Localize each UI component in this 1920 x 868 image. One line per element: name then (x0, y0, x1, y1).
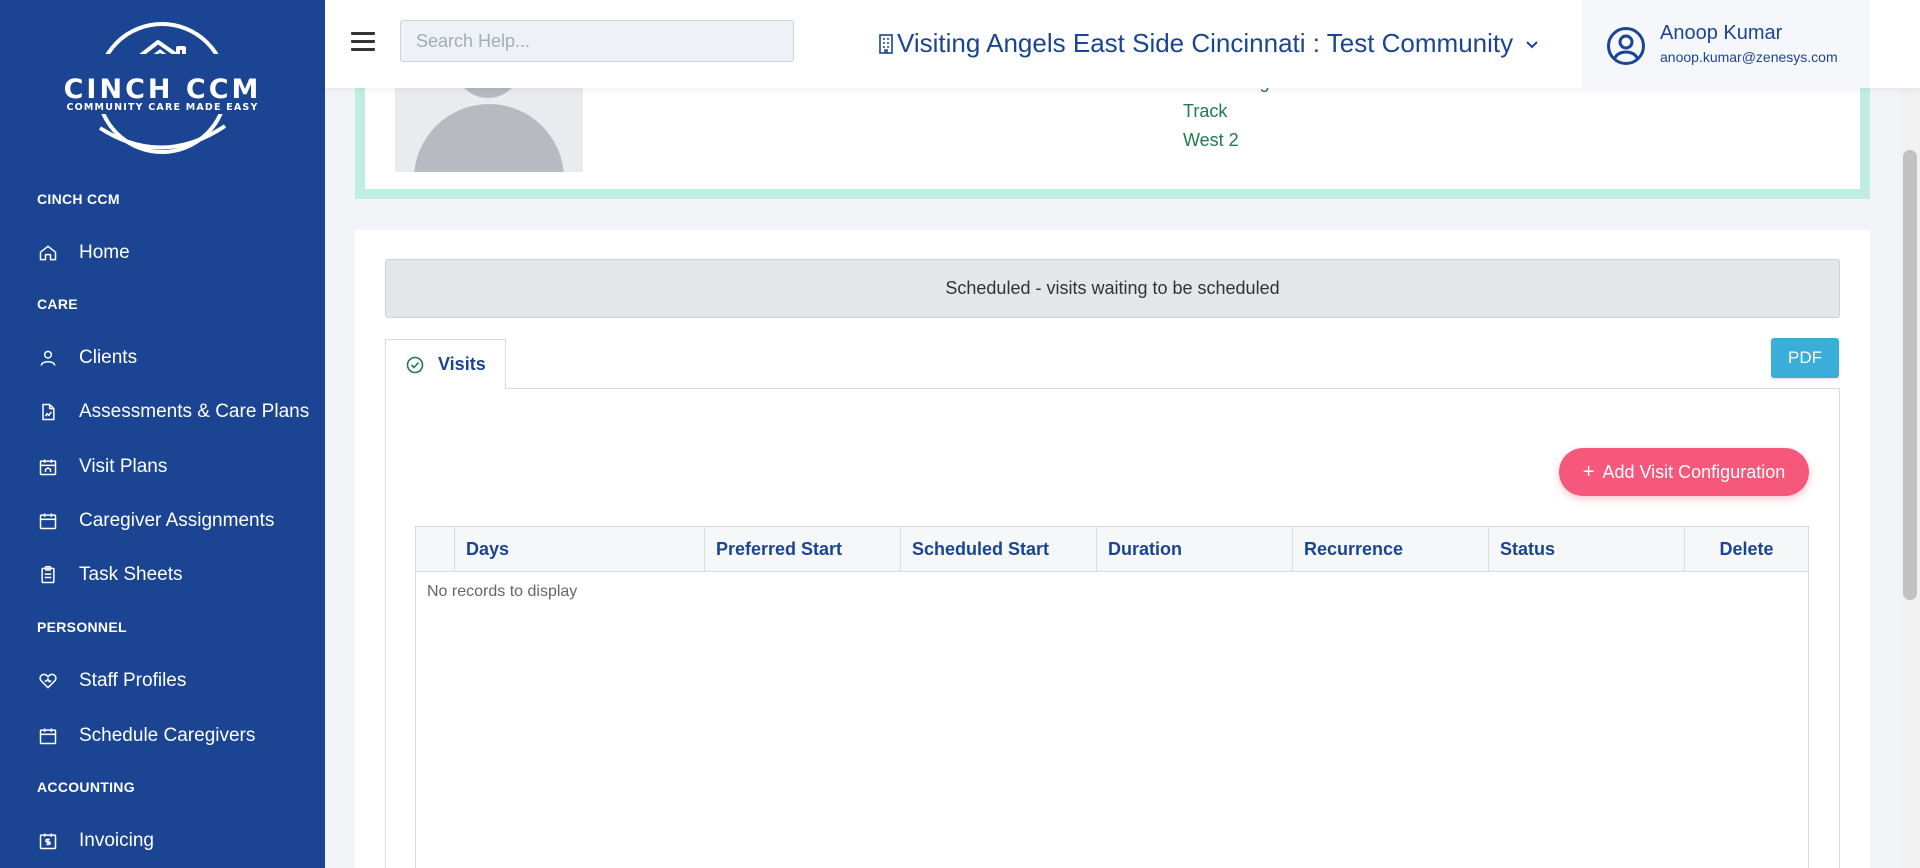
user-email: anoop.kumar@zenesys.com (1660, 49, 1838, 65)
user-icon (37, 347, 59, 369)
column-header-status[interactable]: Status (1488, 527, 1684, 571)
sidebar-item-label: Visit Plans (79, 456, 168, 477)
sidebar-item-clients[interactable]: Clients (0, 336, 325, 380)
home-icon (37, 242, 59, 264)
scrollbar-thumb[interactable] (1903, 150, 1917, 600)
sidebar-item-label: Staff Profiles (79, 670, 187, 691)
sidebar-item-label: Assessments & Care Plans (79, 401, 310, 422)
location-unit: West 2 (1183, 130, 1239, 150)
logo-tagline: COMMUNITY CARE MADE EASY (66, 102, 259, 113)
section-title-care: CARE (37, 296, 78, 312)
table-header: Days Preferred Start Scheduled Start Dur… (416, 527, 1808, 572)
sidebar-item-label: Invoicing (79, 830, 154, 851)
user-avatar-icon (1607, 27, 1645, 65)
tab-visits[interactable]: Visits (385, 339, 506, 389)
sidebar-item-label: Caregiver Assignments (79, 510, 275, 531)
community-name: Visiting Angels East Side Cincinnati : T… (897, 28, 1514, 58)
avatar-body-shape (414, 104, 564, 172)
column-header-days[interactable]: Days (454, 527, 704, 571)
column-header-duration[interactable]: Duration (1096, 527, 1292, 571)
calendar-home-icon (37, 456, 59, 478)
tab-label: Visits (438, 354, 486, 374)
cinch-ccm-logo[interactable]: CINCH CCM COMMUNITY CARE MADE EASY (60, 18, 265, 158)
section-title-personnel: PERSONNEL (37, 619, 127, 635)
calendar-icon (37, 510, 59, 532)
chevron-down-icon (1526, 40, 1538, 48)
sidebar: CINCH CCM COMMUNITY CARE MADE EASY CINCH… (0, 0, 325, 868)
sidebar-item-label: Schedule Caregivers (79, 725, 256, 746)
hamburger-menu-icon[interactable] (351, 32, 375, 52)
search-help-input[interactable] (400, 20, 794, 62)
calendar-icon (37, 725, 59, 747)
community-selector[interactable]: Visiting Angels East Side Cincinnati : T… (877, 28, 1541, 59)
sidebar-item-assessments[interactable]: Assessments & Care Plans (0, 390, 325, 434)
clipboard-icon (37, 564, 59, 586)
user-menu[interactable]: Anoop Kumar anoop.kumar@zenesys.com (1582, 0, 1870, 88)
column-header-selector (416, 527, 454, 571)
invoice-calendar-icon (37, 830, 59, 852)
column-header-scheduled-start[interactable]: Scheduled Start (900, 527, 1096, 571)
sidebar-item-invoicing[interactable]: Invoicing (0, 819, 325, 863)
user-name: Anoop Kumar (1660, 22, 1783, 44)
status-banner: Scheduled - visits waiting to be schedul… (385, 259, 1840, 318)
sidebar-item-staff-profiles[interactable]: Staff Profiles (0, 659, 325, 703)
section-title-cinch-ccm: CINCH CCM (37, 191, 120, 207)
column-header-delete[interactable]: Delete (1684, 527, 1808, 571)
top-header: Visiting Angels East Side Cincinnati : T… (325, 0, 1920, 88)
column-header-recurrence[interactable]: Recurrence (1292, 527, 1488, 571)
sidebar-item-label: Task Sheets (79, 564, 183, 585)
section-title-accounting: ACCOUNTING (37, 779, 135, 795)
empty-table-message: No records to display (427, 583, 578, 600)
sidebar-item-label: Home (79, 242, 130, 263)
sidebar-item-label: Clients (79, 347, 138, 368)
sidebar-item-visit-plans[interactable]: Visit Plans (0, 445, 325, 489)
column-header-preferred-start[interactable]: Preferred Start (704, 527, 900, 571)
sidebar-item-home[interactable]: Home (0, 231, 325, 275)
add-button-label: Add Visit Configuration (1602, 461, 1786, 482)
heart-icon (37, 670, 59, 692)
page-scrollbar[interactable] (1900, 88, 1920, 868)
document-chart-icon (37, 401, 59, 423)
check-circle-icon (406, 356, 424, 373)
visits-card: Scheduled - visits waiting to be schedul… (355, 230, 1870, 868)
location-track: Track (1183, 101, 1228, 121)
sidebar-item-caregiver-assignments[interactable]: Caregiver Assignments (0, 499, 325, 543)
sidebar-item-schedule-caregivers[interactable]: Schedule Caregivers (0, 714, 325, 758)
logo-title: CINCH CCM (63, 74, 262, 105)
pdf-button[interactable]: PDF (1771, 338, 1839, 378)
building-icon (879, 33, 893, 54)
sidebar-item-task-sheets[interactable]: Task Sheets (0, 553, 325, 597)
visit-configurations-table: Days Preferred Start Scheduled Start Dur… (415, 526, 1809, 868)
add-visit-configuration-button[interactable]: + Add Visit Configuration (1559, 448, 1809, 496)
plus-icon: + (1582, 461, 1595, 483)
